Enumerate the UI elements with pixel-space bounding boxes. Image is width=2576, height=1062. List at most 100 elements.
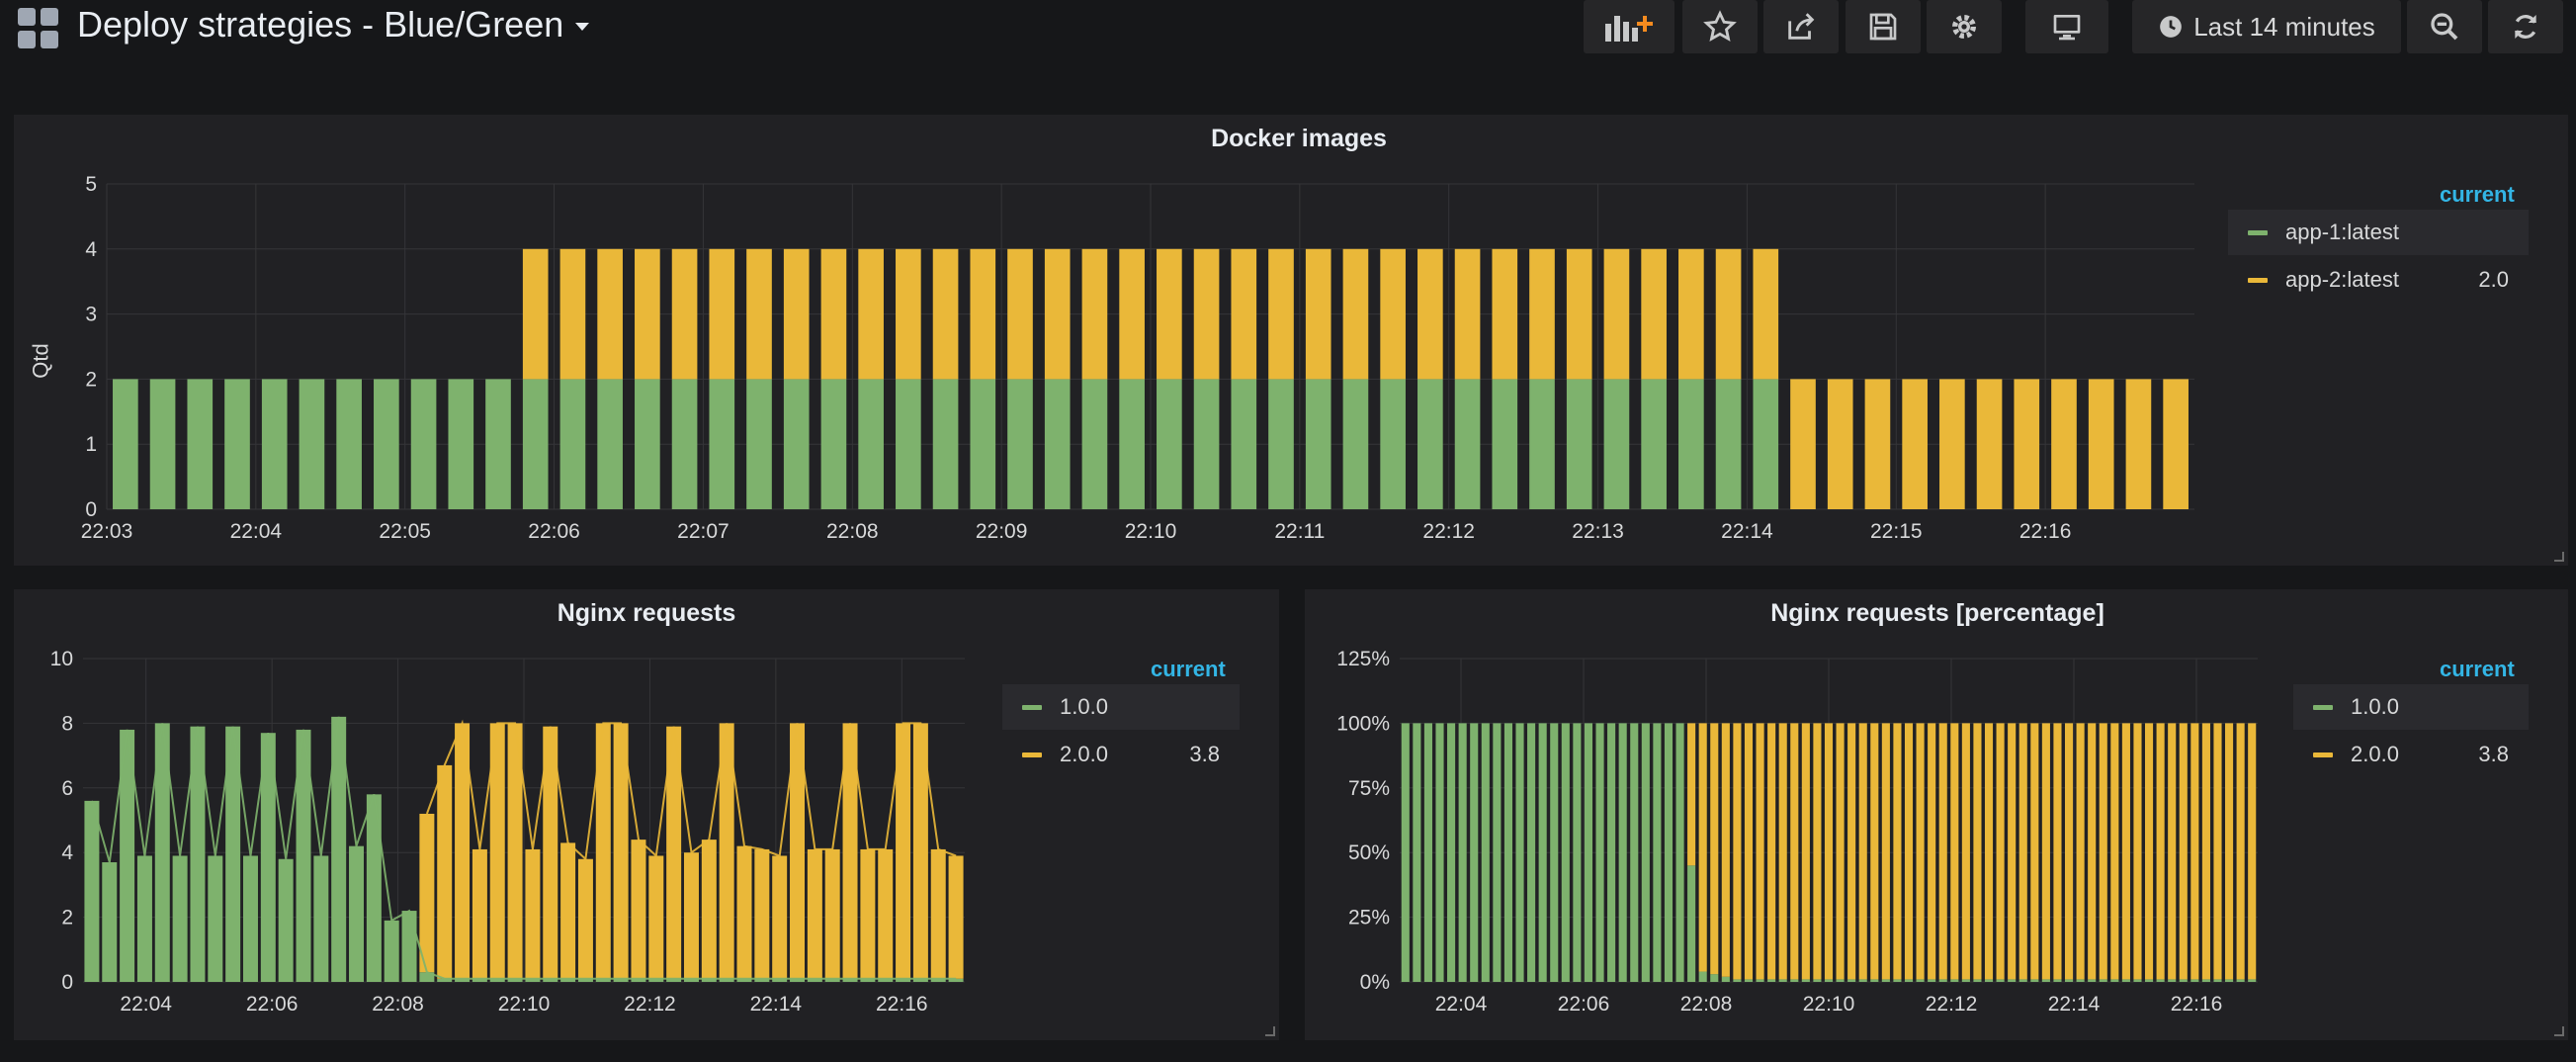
bar-1-0-0 [1481, 723, 1490, 982]
bar-app-1-latest [1081, 379, 1108, 509]
bar-2-0-0 [2225, 723, 2234, 980]
bar-1-0-0 [1870, 979, 1879, 982]
bar-2-0-0 [2156, 723, 2165, 980]
panel-resize-handle[interactable] [1265, 1026, 1275, 1036]
bar-2-0-0 [1733, 723, 1742, 980]
bar-1-0-0 [1493, 723, 1502, 982]
dashboard-grid-icon[interactable] [18, 8, 59, 49]
bar-2-0-0 [948, 855, 964, 979]
star-button[interactable] [1682, 0, 1758, 53]
bar-2-0-0 [736, 845, 752, 979]
bar-app-2-latest [1454, 248, 1481, 380]
bar-1-0-0 [1413, 723, 1421, 982]
bar-2-0-0 [472, 848, 487, 979]
bar-app-1-latest [410, 379, 437, 509]
bar-app-1-latest [559, 379, 586, 509]
bar-2-0-0 [2076, 723, 2085, 980]
x-tick-label: 22:04 [120, 993, 172, 1016]
bar-1-0-0 [1836, 979, 1845, 982]
x-tick-label: 22:16 [2019, 520, 2072, 543]
bar-app-1-latest [896, 379, 921, 509]
bar-1-0-0 [1630, 723, 1639, 982]
legend-current-value: 2.0 [2478, 267, 2509, 292]
bar-1-0-0 [2110, 979, 2119, 982]
bar-2-0-0 [1984, 723, 1994, 980]
tv-mode-button[interactable] [2025, 0, 2108, 53]
bar-app-1-latest [1529, 379, 1555, 509]
zoom-out-button[interactable] [2407, 0, 2482, 53]
bar-2-0-0 [2133, 723, 2142, 980]
bar-2-0-0 [683, 852, 699, 979]
bar-1-0-0 [2236, 979, 2245, 982]
bar-2-0-0 [2145, 723, 2154, 980]
x-tick-label: 22:13 [1572, 520, 1624, 543]
bar-2-0-0 [2248, 723, 2257, 980]
time-range-picker[interactable]: Last 14 minutes [2132, 0, 2401, 53]
bar-1-0-0 [1938, 979, 1947, 982]
bar-1-0-0 [1550, 723, 1559, 982]
bar-2-0-0 [1858, 723, 1867, 980]
bar-2-0-0 [525, 848, 541, 979]
legend-item-app-2[interactable]: app-2:latest 2.0 [2228, 257, 2529, 303]
bar-1-0-0 [2121, 979, 2130, 982]
bar-1-0-0 [1916, 979, 1925, 982]
bar-1-0-0 [1675, 723, 1684, 982]
series-color-swatch [1022, 752, 1042, 757]
legend-item-1-0-0[interactable]: 1.0.0 [2293, 684, 2529, 730]
bar-2-0-0 [1870, 723, 1879, 980]
bar-app-2-latest [1864, 379, 1891, 509]
x-tick-label: 22:06 [1558, 993, 1610, 1016]
bar-2-0-0 [2030, 723, 2039, 980]
legend-item-2-0-0[interactable]: 2.0.0 3.8 [1002, 732, 1240, 777]
bar-app-2-latest [1790, 379, 1816, 509]
bar-2-0-0 [2236, 723, 2245, 980]
series-color-swatch [2248, 229, 2268, 235]
zoom-out-icon [2431, 13, 2458, 41]
bar-app-1-latest [224, 379, 250, 509]
dashboard-title-dropdown[interactable]: Deploy strategies - Blue/Green [77, 4, 590, 45]
bar-1-0-0 [1950, 979, 1959, 982]
bar-1-0-0 [2179, 979, 2188, 982]
bar-2-0-0 [2201, 723, 2210, 980]
nginx-percentage-chart: 0% 25% 50% 75% 100% 125% 22:04 22:06 22:08 22:10 2… [1336, 648, 2258, 1016]
bar-2-0-0 [1950, 723, 1959, 980]
bar-app-2-latest [635, 248, 660, 380]
legend-item-1-0-0[interactable]: 1.0.0 [1002, 684, 1240, 730]
bar-app-1-latest [671, 379, 698, 509]
bar-app-1-latest [1603, 379, 1630, 509]
bar-app-1-latest [932, 379, 959, 509]
add-panel-button[interactable] [1584, 0, 1674, 53]
panel-resize-handle[interactable] [2554, 1026, 2564, 1036]
dashboard-title: Deploy strategies - Blue/Green [77, 4, 564, 44]
x-tick-label: 22:10 [498, 993, 551, 1016]
bar-app-2-latest [896, 248, 921, 380]
x-tick-label: 22:10 [1125, 520, 1177, 543]
panel-resize-handle[interactable] [2554, 552, 2564, 562]
settings-button[interactable] [1927, 0, 2002, 53]
series-color-swatch [2313, 752, 2333, 757]
bar-app-2-latest [1380, 248, 1406, 380]
nginx-requests-panel: 0 2 4 6 8 10 22:04 22:06 22:08 22:10 22:12 22:14 22:… [14, 589, 1279, 1040]
x-tick-label: 22:16 [876, 993, 928, 1016]
legend-current-header: current [2440, 182, 2515, 207]
legend-item-2-0-0[interactable]: 2.0.0 3.8 [2293, 732, 2529, 777]
bar-app-2-latest [2088, 379, 2114, 509]
bar-1-0-0 [401, 911, 417, 982]
legend-item-app-1[interactable]: app-1:latest [2228, 210, 2529, 255]
bar-1-0-0 [1984, 979, 1994, 982]
bar-2-0-0 [772, 855, 788, 979]
bar-app-1-latest [1417, 379, 1443, 509]
bar-app-2-latest [783, 248, 810, 380]
refresh-button[interactable] [2488, 0, 2563, 53]
bar-1-0-0 [1858, 979, 1867, 982]
bar-app-1-latest [1380, 379, 1406, 509]
share-button[interactable] [1763, 0, 1839, 53]
series-color-swatch [1022, 704, 1042, 710]
save-button[interactable] [1846, 0, 1921, 53]
bar-app-2-latest [1007, 248, 1033, 380]
bar-app-2-latest [1678, 248, 1704, 380]
bar-2-0-0 [560, 842, 576, 979]
bar-app-1-latest [485, 379, 511, 509]
legend-series-name: 2.0.0 [1060, 742, 1108, 766]
bar-app-2-latest [1268, 248, 1294, 380]
